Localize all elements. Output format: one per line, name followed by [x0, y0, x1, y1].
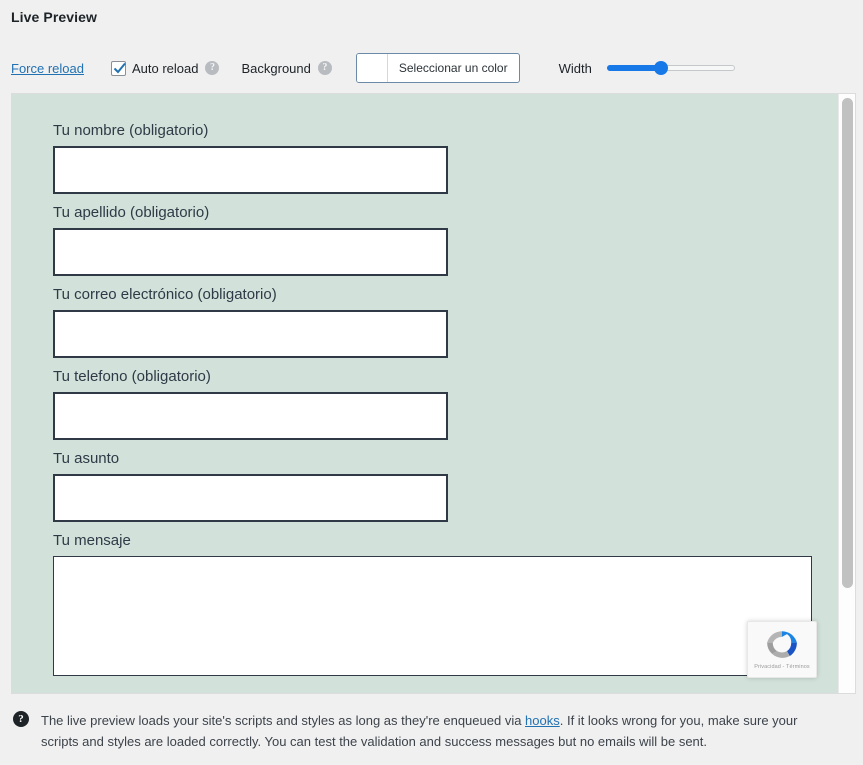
recaptcha-badge[interactable]: Privacidad - Términos	[747, 621, 817, 678]
field-textarea-mensaje[interactable]	[53, 556, 812, 676]
form-field: Tu asunto	[53, 450, 839, 522]
background-color-picker-button[interactable]: Seleccionar un color	[355, 53, 520, 83]
force-reload-link[interactable]: Force reload	[11, 61, 84, 76]
form-field: Tu telefono (obligatorio)	[53, 368, 839, 440]
auto-reload-group: Auto reload ?	[110, 60, 220, 76]
footer-description: The live preview loads your site's scrip…	[41, 710, 803, 752]
preview-toolbar: Force reload Auto reload ? Background ? …	[11, 53, 735, 83]
footer-text-before: The live preview loads your site's scrip…	[41, 713, 526, 728]
slider-fill	[606, 65, 661, 71]
slider-thumb[interactable]	[653, 61, 668, 75]
auto-reload-help-icon[interactable]: ?	[205, 61, 220, 75]
preview-scrollbar[interactable]	[838, 94, 855, 693]
field-input-asunto[interactable]	[53, 474, 448, 522]
checkmark-icon	[113, 62, 126, 73]
field-input-apellido[interactable]	[53, 228, 448, 276]
field-label: Tu telefono (obligatorio)	[53, 368, 211, 385]
field-label: Tu mensaje	[53, 532, 131, 549]
field-input-telefono[interactable]	[53, 392, 448, 440]
form-field: Tu mensaje	[53, 532, 839, 676]
field-label: Tu correo electrónico (obligatorio)	[53, 286, 277, 303]
field-label: Tu nombre (obligatorio)	[53, 122, 209, 139]
hooks-link[interactable]: hooks	[525, 713, 560, 728]
footer-note: ? The live preview loads your site's scr…	[13, 710, 803, 752]
recaptcha-privacy-terms[interactable]: Privacidad - Términos	[748, 664, 816, 670]
color-picker-label: Seleccionar un color	[398, 61, 508, 75]
background-group: Background ?	[241, 60, 332, 76]
live-preview-panel: Tu nombre (obligatorio) Tu apellido (obl…	[11, 93, 856, 694]
background-help-icon[interactable]: ?	[317, 61, 332, 75]
field-label: Tu apellido (obligatorio)	[53, 204, 210, 221]
help-icon[interactable]: ?	[13, 711, 29, 727]
form-field: Tu correo electrónico (obligatorio)	[53, 286, 839, 358]
page-title: Live Preview	[11, 9, 98, 25]
auto-reload-label: Auto reload	[131, 60, 199, 76]
auto-reload-checkbox[interactable]	[110, 60, 126, 76]
recaptcha-icon	[767, 631, 797, 658]
field-input-correo[interactable]	[53, 310, 448, 358]
field-label: Tu asunto	[53, 450, 120, 467]
width-slider[interactable]	[606, 60, 735, 76]
color-swatch[interactable]	[356, 54, 388, 82]
width-label: Width	[558, 60, 592, 76]
preview-canvas: Tu nombre (obligatorio) Tu apellido (obl…	[12, 94, 839, 693]
background-label: Background	[241, 60, 311, 76]
form-field: Tu apellido (obligatorio)	[53, 204, 839, 276]
contact-form: Tu nombre (obligatorio) Tu apellido (obl…	[12, 94, 839, 676]
scrollbar-thumb[interactable]	[842, 98, 853, 588]
field-input-nombre[interactable]	[53, 146, 448, 194]
form-field: Tu nombre (obligatorio)	[53, 122, 839, 194]
width-group: Width	[559, 60, 735, 76]
